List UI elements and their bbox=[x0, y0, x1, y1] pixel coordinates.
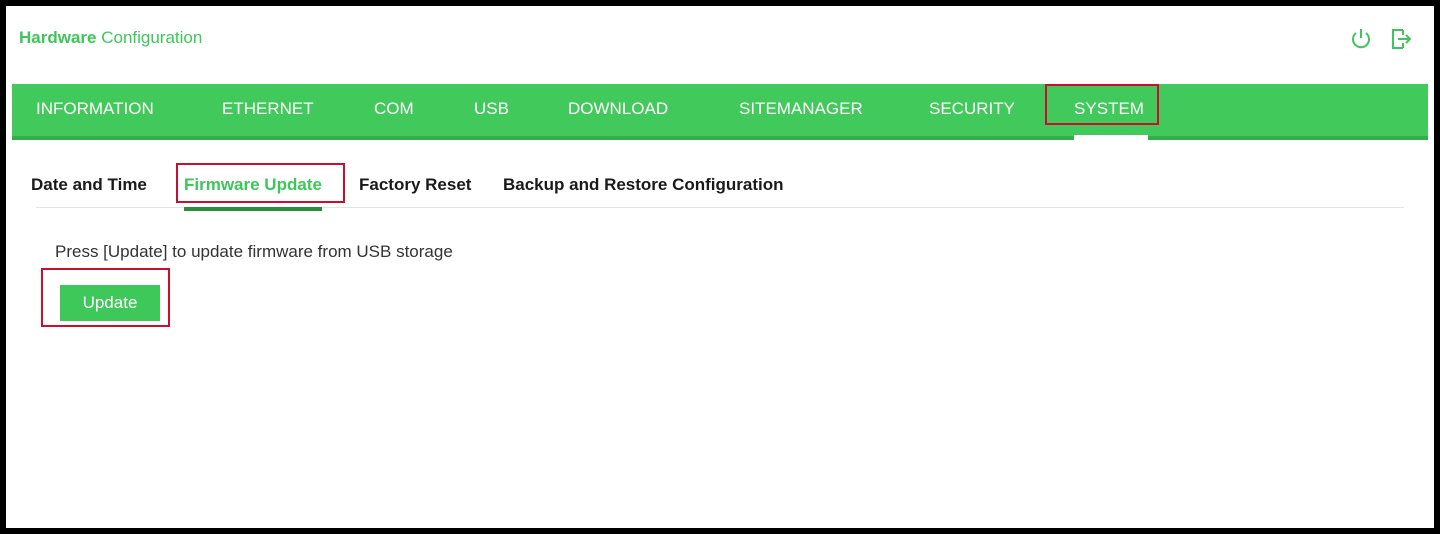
app-title: Hardware Configuration bbox=[19, 28, 202, 48]
nav-item-download[interactable]: DOWNLOAD bbox=[568, 84, 668, 136]
nav-item-information[interactable]: INFORMATION bbox=[36, 84, 154, 136]
app-window: Hardware Configuration INFORMATION ETHER… bbox=[0, 0, 1440, 534]
nav-item-ethernet[interactable]: ETHERNET bbox=[222, 84, 314, 136]
logout-icon[interactable] bbox=[1388, 26, 1414, 52]
header-icons bbox=[1348, 26, 1414, 52]
highlight-firmware-tab bbox=[176, 163, 345, 203]
app-title-bold: Hardware bbox=[19, 28, 97, 47]
highlight-update-button bbox=[41, 268, 170, 327]
nav-item-security[interactable]: SECURITY bbox=[929, 84, 1015, 136]
nav-item-sitemanager[interactable]: SITEMANAGER bbox=[739, 84, 863, 136]
highlight-system-tab bbox=[1045, 84, 1159, 125]
subtab-date-and-time[interactable]: Date and Time bbox=[31, 175, 147, 195]
nav-item-com[interactable]: COM bbox=[374, 84, 414, 136]
main-nav: INFORMATION ETHERNET COM USB DOWNLOAD SI… bbox=[12, 84, 1428, 140]
subtab-backup-restore[interactable]: Backup and Restore Configuration bbox=[503, 175, 784, 195]
app-title-rest: Configuration bbox=[96, 28, 203, 47]
nav-item-usb[interactable]: USB bbox=[474, 84, 509, 136]
subtab-factory-reset[interactable]: Factory Reset bbox=[359, 175, 471, 195]
power-icon[interactable] bbox=[1348, 26, 1374, 52]
header: Hardware Configuration bbox=[12, 12, 1428, 84]
instruction-text: Press [Update] to update firmware from U… bbox=[55, 242, 453, 261]
